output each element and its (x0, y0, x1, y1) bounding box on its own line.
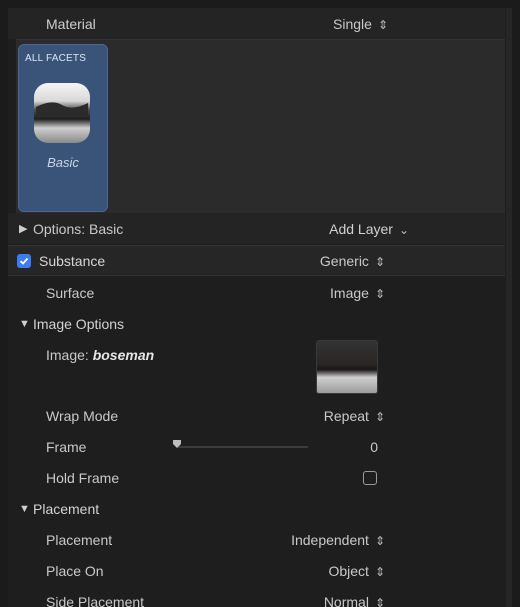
up-down-chevron-icon: ⇕ (377, 17, 388, 32)
substance-label: Substance (39, 252, 106, 269)
material-popup[interactable]: Single ⇕ (333, 16, 388, 32)
place-on-label: Place On (46, 562, 104, 579)
hold-frame-checkbox[interactable] (363, 470, 377, 485)
frame-slider-thumb[interactable] (172, 439, 182, 449)
frame-row: Frame 0 (8, 431, 505, 462)
substance-checkbox[interactable] (17, 253, 31, 268)
frame-slider-track[interactable] (178, 446, 308, 448)
image-options-header[interactable]: ▼ Image Options (8, 308, 505, 339)
image-row: Image: boseman (8, 339, 505, 399)
facet-thumbnail (34, 83, 90, 143)
substance-row: Substance Generic ⇕ (8, 245, 505, 276)
disclosure-triangle-down-icon[interactable]: ▼ (19, 503, 30, 515)
up-down-chevron-icon: ⇕ (374, 533, 385, 548)
frame-label: Frame (46, 438, 87, 455)
wrap-mode-label: Wrap Mode (46, 407, 119, 424)
substance-popup[interactable]: Generic ⇕ (320, 253, 385, 269)
side-placement-popup[interactable]: Normal ⇕ (324, 594, 385, 607)
image-name: boseman (92, 347, 155, 363)
options-row: ▶ Options: Basic Add Layer ⌄ (8, 213, 505, 244)
place-on-popup[interactable]: Object ⇕ (328, 563, 385, 579)
up-down-chevron-icon: ⇕ (374, 286, 385, 301)
surface-label: Surface (46, 284, 95, 301)
hold-frame-row: Hold Frame (8, 462, 505, 493)
frame-value[interactable]: 0 (370, 439, 378, 455)
up-down-chevron-icon: ⇕ (374, 254, 385, 269)
facet-tile-basic[interactable]: ALL FACETS Basic (18, 44, 108, 212)
wrap-mode-popup[interactable]: Repeat ⇕ (324, 408, 385, 424)
scrollbar[interactable] (506, 8, 512, 607)
placement-header[interactable]: ▼ Placement (8, 493, 505, 524)
up-down-chevron-icon: ⇕ (374, 409, 385, 424)
checkmark-icon (19, 257, 29, 265)
inspector-panel: Material Single ⇕ ALL FACETS Basic ▶ Opt… (8, 8, 512, 607)
material-row: Material Single ⇕ (8, 8, 505, 39)
image-well[interactable] (316, 340, 378, 394)
placement-label: Placement (46, 531, 113, 548)
disclosure-triangle-right-icon[interactable]: ▶ (19, 222, 27, 235)
placement-row: Placement Independent ⇕ (8, 524, 505, 555)
placement-popup[interactable]: Independent ⇕ (291, 532, 385, 548)
material-label: Material (46, 15, 96, 32)
facets-panel: ALL FACETS Basic (16, 39, 505, 213)
facet-tag: ALL FACETS (25, 53, 87, 64)
side-placement-label: Side Placement (46, 593, 145, 607)
side-placement-row: Side Placement Normal ⇕ (8, 586, 505, 607)
wrap-mode-row: Wrap Mode Repeat ⇕ (8, 400, 505, 431)
place-on-row: Place On Object ⇕ (8, 555, 505, 586)
surface-popup[interactable]: Image ⇕ (330, 285, 385, 301)
image-options-label: Image Options (33, 315, 125, 332)
surface-row: Surface Image ⇕ (8, 277, 505, 308)
up-down-chevron-icon: ⇕ (374, 595, 385, 607)
hold-frame-label: Hold Frame (46, 469, 120, 486)
image-label: Image: boseman (46, 347, 155, 363)
placement-section-label: Placement (33, 500, 100, 517)
chevron-down-icon: ⌄ (398, 222, 409, 237)
up-down-chevron-icon: ⇕ (374, 564, 385, 579)
disclosure-triangle-down-icon[interactable]: ▼ (19, 318, 30, 330)
facet-name: Basic (47, 155, 79, 170)
options-label: Options: Basic (33, 220, 124, 237)
add-layer-button[interactable]: Add Layer ⌄ (329, 221, 409, 237)
